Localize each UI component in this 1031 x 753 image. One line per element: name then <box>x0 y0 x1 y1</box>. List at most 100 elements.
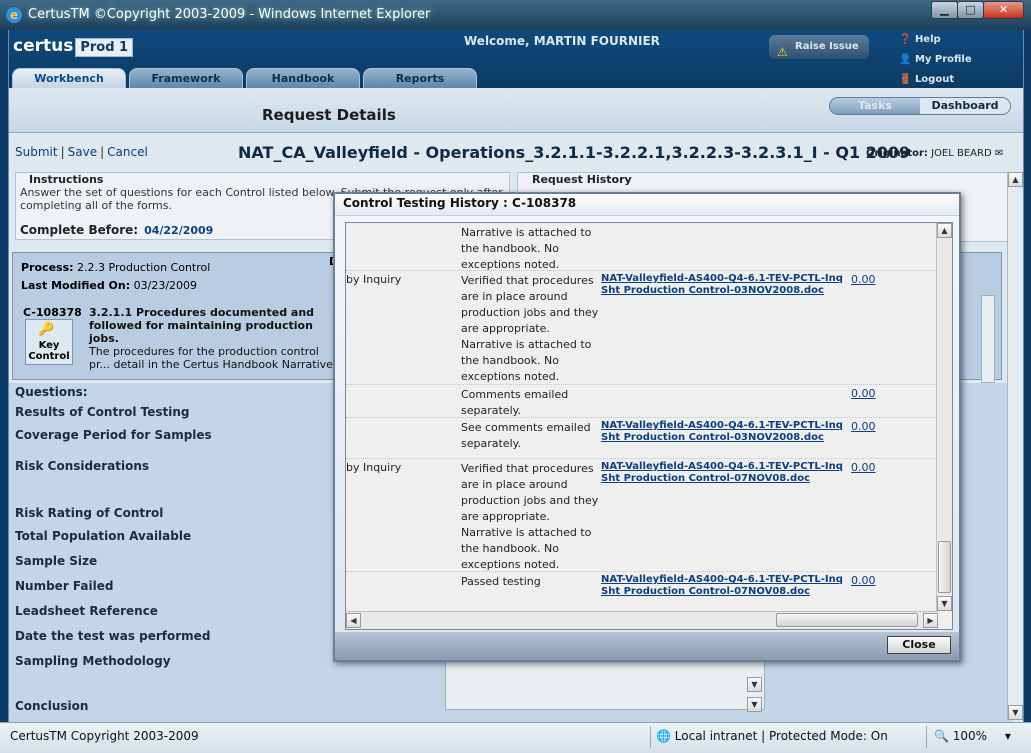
history-row: Passed testing NAT-Valleyfield-AS400-Q4-… <box>346 572 936 610</box>
scroll-down-icon[interactable]: ▼ <box>937 596 952 611</box>
history-value-link[interactable]: 0.00 <box>851 273 876 286</box>
logout-icon: 🚪 <box>899 74 912 85</box>
history-row: by Inquiry Verified that procedures are … <box>346 459 936 572</box>
history-method: by Inquiry <box>346 273 402 286</box>
history-document-link[interactable]: NAT-Valleyfield-AS400-Q4-6.1-TEV-PCTL-In… <box>601 574 851 598</box>
help-icon: ❓ <box>899 34 912 45</box>
chevron-down-icon: ▾ <box>1004 729 1011 743</box>
question-leadsheet: Leadsheet Reference <box>15 604 158 618</box>
page-scrollbar[interactable]: ▲ ▼ <box>1007 172 1023 720</box>
request-history-label: Request History <box>532 173 632 186</box>
dialog-vertical-scrollbar[interactable]: ▲ ▼ <box>936 223 952 611</box>
person-icon: 👤 <box>899 54 912 65</box>
horizontal-scroll-thumb[interactable] <box>776 613 918 627</box>
history-value-link[interactable]: 0.00 <box>851 387 876 400</box>
history-method: by Inquiry <box>346 461 402 474</box>
help-link[interactable]: ❓ Help <box>899 32 972 52</box>
tab-framework[interactable]: Framework <box>129 68 243 88</box>
history-row: See comments emailed separately. NAT-Val… <box>346 418 936 459</box>
app-header: certus Prod 1 Welcome, MARTIN FOURNIER ⚠ … <box>9 30 1023 88</box>
control-testing-history-dialog: Control Testing History : C-108378 Narra… <box>333 192 961 662</box>
warning-icon: ⚠ <box>777 45 788 59</box>
tab-handbook[interactable]: Handbook <box>246 68 360 88</box>
window-title: CertusTM ©Copyright 2003-2009 - Windows … <box>28 7 431 22</box>
history-value-link[interactable]: 0.00 <box>851 574 876 587</box>
maximize-button[interactable]: □ <box>957 1 984 19</box>
tab-reports[interactable]: Reports <box>363 68 477 88</box>
question-results: Results of Control Testing <box>15 405 190 419</box>
tab-dashboard[interactable]: Dashboard <box>920 98 1010 114</box>
scroll-down-icon[interactable]: ▼ <box>747 677 762 692</box>
save-link[interactable]: Save <box>68 145 97 159</box>
environment-label: Prod 1 <box>75 38 134 57</box>
my-profile-link[interactable]: 👤 My Profile <box>899 52 972 72</box>
originator: Originator: JOEL BEARD ✉ <box>866 148 1004 159</box>
history-comment: Narrative is attached to the handbook. N… <box>461 226 592 271</box>
tab-tasks[interactable]: Tasks <box>832 98 918 114</box>
question-total-population: Total Population Available <box>15 529 192 543</box>
zoom-icon: 🔍 <box>934 729 949 743</box>
complete-before: Complete Before: 04/22/2009 <box>20 223 214 237</box>
scroll-up-icon[interactable]: ▲ <box>1008 172 1023 187</box>
browser-statusbar: CertusTM Copyright 2003-2009 🌐 Local int… <box>0 722 1031 753</box>
last-modified-line: Last Modified On: 03/23/2009 <box>21 279 198 292</box>
key-control-badge: 🔑 Key Control <box>25 319 73 365</box>
history-value-link[interactable]: 0.00 <box>851 461 876 474</box>
history-document-link[interactable]: NAT-Valleyfield-AS400-Q4-6.1-TEV-PCTL-In… <box>601 420 851 444</box>
question-coverage: Coverage Period for Samples <box>15 428 212 442</box>
history-value-link[interactable]: 0.00 <box>851 420 876 433</box>
key-icon: 🔑 <box>38 322 55 337</box>
history-list: Narrative is attached to the handbook. N… <box>345 222 953 630</box>
history-document-link[interactable]: NAT-Valleyfield-AS400-Q4-6.1-TEV-PCTL-In… <box>601 461 851 485</box>
tab-workbench[interactable]: Workbench <box>12 68 126 88</box>
conclusion-input[interactable]: ▼ ▼ <box>445 660 765 712</box>
certus-logo: certus Prod 1 <box>13 36 134 57</box>
scroll-down-icon[interactable]: ▼ <box>1008 705 1023 720</box>
history-comment: Verified that procedures are in place ar… <box>461 274 599 383</box>
top-links: ❓ Help 👤 My Profile 🚪 Logout <box>899 32 972 92</box>
process-line: Process: 2.2.3 Production Control <box>21 261 211 274</box>
history-row: Narrative is attached to the handbook. N… <box>346 223 936 271</box>
globe-icon: 🌐 <box>656 729 671 743</box>
question-conclusion: Conclusion <box>15 699 89 713</box>
security-zone[interactable]: 🌐 Local intranet | Protected Mode: On <box>656 729 888 743</box>
dialog-horizontal-scrollbar[interactable]: ◀ ▶ <box>346 611 938 629</box>
scroll-left-icon[interactable]: ◀ <box>346 613 361 628</box>
question-number-failed: Number Failed <box>15 579 114 593</box>
submit-link[interactable]: Submit <box>15 145 58 159</box>
history-comment: Verified that procedures are in place ar… <box>461 462 599 571</box>
scroll-down-icon[interactable]: ▼ <box>747 697 762 712</box>
control-panel-scrollbar[interactable] <box>981 295 995 383</box>
vertical-scroll-thumb[interactable] <box>938 541 951 593</box>
page-title: Request Details <box>262 106 396 124</box>
history-comment: Passed testing <box>461 575 541 588</box>
subtabs: Tasks Dashboard <box>829 97 1011 115</box>
question-sample-size: Sample Size <box>15 554 98 568</box>
close-window-button[interactable]: ✕ <box>983 1 1024 19</box>
window-titlebar: e CertusTM ©Copyright 2003-2009 - Window… <box>0 0 1031 30</box>
instructions-label: Instructions <box>26 173 107 186</box>
email-icon[interactable]: ✉ <box>995 148 1003 159</box>
control-id: C-108378 <box>23 306 82 319</box>
question-test-date: Date the test was performed <box>15 629 211 643</box>
scroll-up-icon[interactable]: ▲ <box>937 223 952 238</box>
ie-logo-icon: e <box>6 7 22 23</box>
raise-issue-button[interactable]: ⚠ Raise Issue <box>769 35 869 59</box>
minimize-button[interactable]: ▁ <box>931 1 958 19</box>
history-document-link[interactable]: NAT-Valleyfield-AS400-Q4-6.1-TEV-PCTL-In… <box>601 273 851 297</box>
question-risk-considerations: Risk Considerations <box>15 459 150 473</box>
history-comment: See comments emailed separately. <box>461 421 591 450</box>
action-links: Submit | Save | Cancel <box>15 145 148 159</box>
scroll-right-icon[interactable]: ▶ <box>923 613 938 628</box>
record-title: NAT_CA_Valleyfield - Operations_3.2.1.1-… <box>238 143 911 162</box>
welcome-text: Welcome, MARTIN FOURNIER <box>464 34 660 48</box>
status-text: CertusTM Copyright 2003-2009 <box>10 729 199 743</box>
dialog-footer: Close <box>335 632 959 660</box>
question-risk-rating: Risk Rating of Control <box>15 506 164 520</box>
cancel-link[interactable]: Cancel <box>107 145 148 159</box>
zoom-control[interactable]: 🔍 100% ▾ <box>934 729 1011 743</box>
close-button[interactable]: Close <box>887 636 951 654</box>
dialog-title: Control Testing History : C-108378 <box>335 194 959 216</box>
history-comment: Comments emailed separately. <box>461 388 569 417</box>
raise-issue-label: Raise Issue <box>795 41 859 52</box>
